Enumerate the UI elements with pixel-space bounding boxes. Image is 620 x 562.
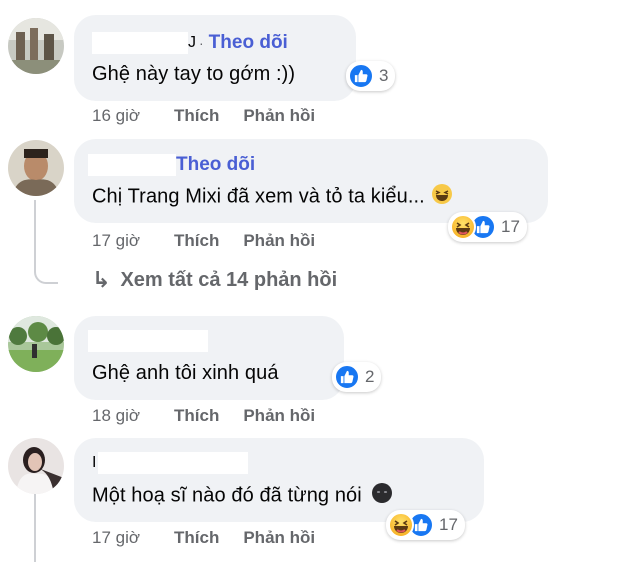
like-button[interactable]: Thích [174,231,219,251]
haha-icon [388,512,414,538]
view-replies-label: Xem tất cả 14 phản hồi [120,268,338,291]
author-name-redacted[interactable] [92,32,188,54]
dark-face-emoji-icon [371,482,393,510]
separator-dot: · [199,35,204,51]
reply-button[interactable]: Phản hồi [243,406,315,426]
thread-line [34,492,36,562]
reaction-summary[interactable]: 17 [448,212,527,242]
comment-text-content: Chị Trang Mixi đã xem và tỏ ta kiểu... [92,185,425,208]
reaction-summary[interactable]: 2 [332,362,382,392]
reply-arrow-icon: ↳ [92,267,111,292]
avatar[interactable] [8,316,64,372]
comment-text: Chị Trang Mixi đã xem và tỏ ta kiểu... [92,183,453,211]
haha-icon [450,214,476,240]
author-name-redacted[interactable] [88,330,208,352]
reaction-summary[interactable]: 17 [386,510,465,540]
author-name-fragment: J [188,34,196,51]
timestamp[interactable]: 17 giờ [92,231,174,251]
reaction-count: 17 [439,515,458,534]
thread-connector [34,258,58,284]
like-icon [334,364,360,390]
comment-header: Theo dõi [88,152,255,178]
comment-text: Một hoạ sĩ nào đó đã từng nói [92,482,393,510]
comment-header: J · Theo dõi [92,30,288,56]
view-all-replies-link[interactable]: ↳ Xem tất cả 14 phản hồi [92,267,337,293]
reaction-count: 2 [365,367,375,386]
follow-link[interactable]: Theo dõi [176,154,255,176]
reaction-count: 17 [501,217,520,236]
timestamp[interactable]: 18 giờ [92,406,174,426]
thread-line [34,200,36,260]
author-name-redacted[interactable] [98,452,249,474]
comment-text: Ghệ này tay to gớm :)) [92,63,296,85]
timestamp[interactable]: 17 giờ [92,528,174,548]
author-name-fragment: I [92,454,97,471]
comment-actions: 17 giờ Thích Phản hồi [92,528,339,548]
comment-header: I [92,450,249,476]
like-button[interactable]: Thích [174,406,219,426]
reply-button[interactable]: Phản hồi [243,106,315,126]
comment-actions: 17 giờ Thích Phản hồi [92,231,339,251]
avatar[interactable] [8,140,64,196]
avatar[interactable] [8,438,64,494]
comment-text: Ghệ anh tôi xinh quá [92,362,279,384]
follow-link[interactable]: Theo dõi [209,32,288,54]
timestamp[interactable]: 16 giờ [92,106,174,126]
comment-actions: 16 giờ Thích Phản hồi [92,106,339,126]
reaction-summary[interactable]: 3 [346,61,396,91]
like-button[interactable]: Thích [174,106,219,126]
reply-button[interactable]: Phản hồi [243,528,315,548]
like-button[interactable]: Thích [174,528,219,548]
comment-text-content: Một hoạ sĩ nào đó đã từng nói [92,484,362,507]
reaction-count: 3 [379,66,389,85]
reply-button[interactable]: Phản hồi [243,231,315,251]
author-name-redacted[interactable] [88,154,176,176]
comment-header [88,328,208,354]
comment-actions: 18 giờ Thích Phản hồi [92,406,339,426]
like-icon [348,63,374,89]
laughing-emoji-icon [431,183,453,211]
comment-bubble [74,15,356,101]
avatar[interactable] [8,18,64,74]
